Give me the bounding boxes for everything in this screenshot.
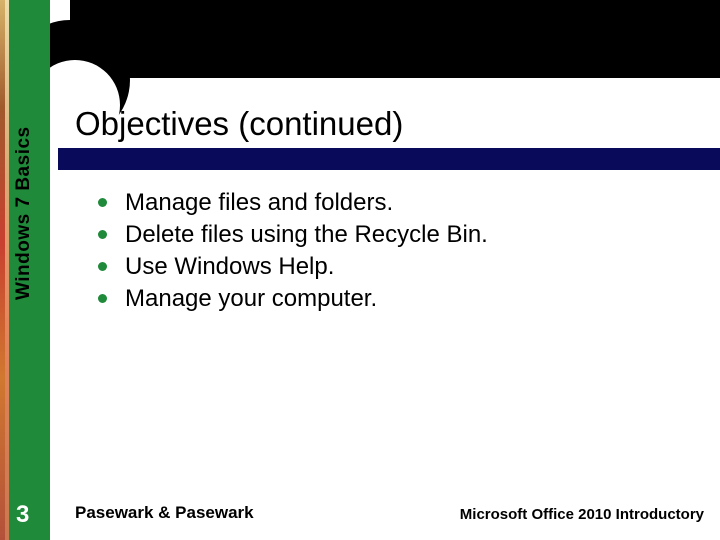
header-dark-shape (70, 0, 720, 78)
bullet-list: Manage files and folders. Delete files u… (98, 188, 668, 316)
page-number: 3 (16, 501, 29, 529)
bullet-icon (98, 230, 107, 239)
footer-left: Pasewark & Pasewark (75, 503, 254, 523)
bullet-icon (98, 262, 107, 271)
bullet-text: Use Windows Help. (125, 252, 334, 282)
slide: Windows 7 Basics 3 Objectives (continued… (0, 0, 720, 540)
list-item: Manage files and folders. (98, 188, 668, 218)
footer-right: Microsoft Office 2010 Introductory (460, 506, 704, 523)
page-title: Objectives (continued) (75, 105, 403, 143)
bullet-icon (98, 198, 107, 207)
list-item: Delete files using the Recycle Bin. (98, 220, 668, 250)
sidebar-label: Windows 7 Basics (13, 126, 35, 300)
bullet-text: Manage your computer. (125, 284, 377, 314)
title-underline (58, 148, 720, 170)
list-item: Manage your computer. (98, 284, 668, 314)
bullet-text: Delete files using the Recycle Bin. (125, 220, 488, 250)
bullet-icon (98, 294, 107, 303)
bullet-text: Manage files and folders. (125, 188, 393, 218)
list-item: Use Windows Help. (98, 252, 668, 282)
